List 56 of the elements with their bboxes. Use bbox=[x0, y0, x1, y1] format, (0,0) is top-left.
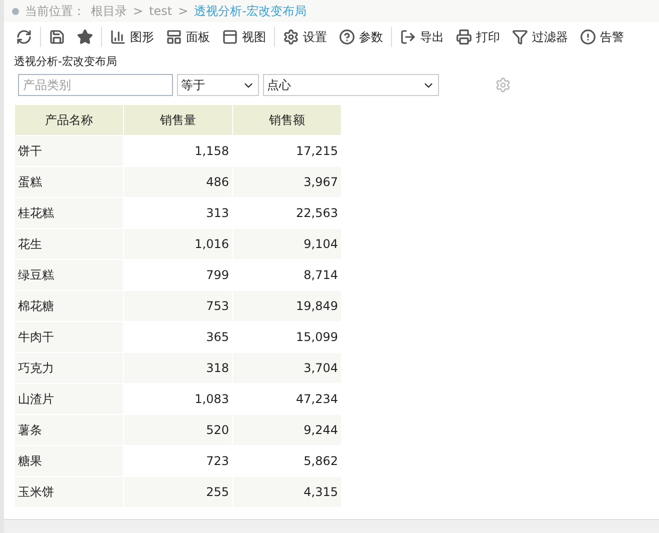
alert-icon bbox=[580, 29, 596, 45]
settings-icon bbox=[283, 29, 299, 45]
chart-icon bbox=[110, 29, 126, 45]
table-cell: 玉米饼 bbox=[15, 477, 123, 507]
filter-icon bbox=[512, 29, 528, 45]
report-title: 透视分析-宏改变布局 bbox=[13, 54, 118, 70]
table-cell: 19,849 bbox=[233, 291, 341, 321]
column-header: 销售额 bbox=[233, 105, 341, 135]
view-icon bbox=[222, 29, 238, 45]
help-button[interactable]: 参数 bbox=[333, 25, 389, 49]
table-cell: 饼干 bbox=[15, 136, 123, 166]
export-button[interactable]: 导出 bbox=[394, 25, 450, 49]
breadcrumb-separator: > bbox=[178, 4, 188, 18]
table-cell: 3,704 bbox=[233, 353, 341, 383]
table-cell: 山渣片 bbox=[15, 384, 123, 414]
view-button[interactable]: 视图 bbox=[216, 25, 272, 49]
panel-button[interactable]: 面板 bbox=[160, 25, 216, 49]
location-label: 当前位置： bbox=[25, 2, 85, 20]
table-cell: 4,315 bbox=[233, 477, 341, 507]
table-cell: 9,104 bbox=[233, 229, 341, 259]
table-cell: 9,244 bbox=[233, 415, 341, 445]
table-cell: 520 bbox=[124, 415, 232, 445]
table-cell: 753 bbox=[124, 291, 232, 321]
alert-button[interactable]: 告警 bbox=[574, 25, 630, 49]
table-cell: 桂花糕 bbox=[15, 198, 123, 228]
refresh-icon bbox=[16, 29, 32, 45]
print-button[interactable]: 打印 bbox=[450, 25, 506, 49]
column-header: 产品名称 bbox=[15, 105, 123, 135]
filter-button[interactable]: 过滤器 bbox=[506, 25, 574, 49]
operator-select[interactable]: 等于 bbox=[177, 74, 259, 96]
table-cell: 绿豆糕 bbox=[15, 260, 123, 290]
table-cell: 花生 bbox=[15, 229, 123, 259]
bullet-icon bbox=[12, 8, 19, 14]
save-icon bbox=[49, 29, 65, 45]
table-cell: 薯条 bbox=[15, 415, 123, 445]
panel-icon bbox=[166, 29, 182, 45]
settings-button[interactable]: 设置 bbox=[277, 25, 333, 49]
help-icon bbox=[339, 29, 355, 45]
table-cell: 蛋糕 bbox=[15, 167, 123, 197]
table-cell: 1,016 bbox=[124, 229, 232, 259]
print-icon bbox=[456, 29, 472, 45]
table-cell: 318 bbox=[124, 353, 232, 383]
table-cell: 巧克力 bbox=[15, 353, 123, 383]
export-icon bbox=[400, 29, 416, 45]
table-cell: 牛肉干 bbox=[15, 322, 123, 352]
column-header: 销售量 bbox=[124, 105, 232, 135]
value-select[interactable]: 点心 bbox=[263, 74, 439, 96]
table-cell: 486 bbox=[124, 167, 232, 197]
table-cell: 棉花糖 bbox=[15, 291, 123, 321]
table-cell: 255 bbox=[124, 477, 232, 507]
table-cell: 3,967 bbox=[233, 167, 341, 197]
table-cell: 糖果 bbox=[15, 446, 123, 476]
chart-button[interactable]: 图形 bbox=[104, 25, 160, 49]
field-input[interactable]: 产品类别 bbox=[18, 74, 173, 96]
star-icon bbox=[77, 29, 93, 45]
breadcrumb-separator: > bbox=[133, 4, 144, 18]
